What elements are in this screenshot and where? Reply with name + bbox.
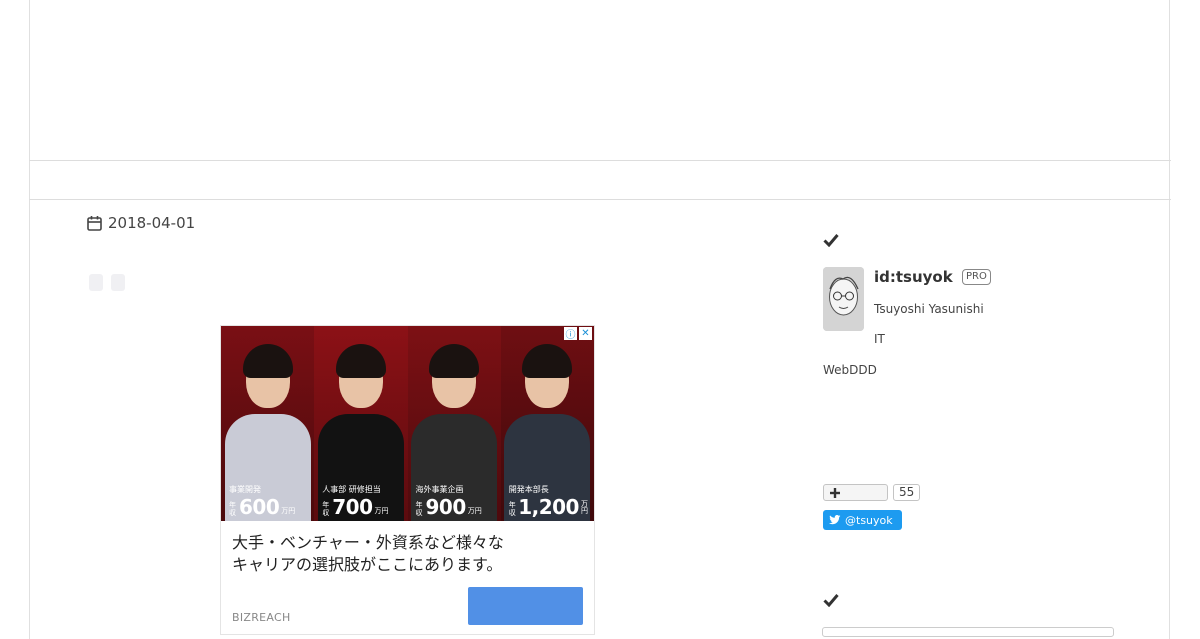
twitter-bird-icon xyxy=(829,515,841,525)
twitter-handle: @tsuyok xyxy=(845,513,893,527)
ad-salary: 600 xyxy=(239,495,280,519)
avatar[interactable] xyxy=(823,267,864,331)
ad-panel: 人事部 研修担当 年収 700 万円 xyxy=(314,326,408,521)
ad-panel-caption: 開発本部長 年収 1,200 万円 xyxy=(508,485,594,519)
person-hair xyxy=(335,344,386,378)
ad-salary: 700 xyxy=(332,495,373,519)
ad-salary-unit: 万円 xyxy=(467,507,482,515)
sidebar-search-input[interactable] xyxy=(822,627,1114,637)
person-hair xyxy=(522,344,573,378)
profile-id[interactable]: id:tsuyok xyxy=(874,268,953,286)
ad-role: 事業開発 xyxy=(229,485,261,494)
page-frame xyxy=(29,0,1170,639)
entry-date-text: 2018-04-01 xyxy=(108,214,196,232)
ad-panel-caption: 事業開発 年収 600 万円 xyxy=(229,485,296,519)
ad-salary-unit: 万円 xyxy=(281,507,296,515)
ad-image[interactable]: 事業開発 年収 600 万円 人事部 研修担当 年収 700 万円 海外事業企画… xyxy=(221,326,594,521)
twitter-follow-button[interactable]: @tsuyok xyxy=(823,510,902,530)
ad-role: 海外事業企画 xyxy=(415,485,464,494)
calendar-icon xyxy=(87,216,102,231)
ad-salary-prefix: 年収 xyxy=(508,501,516,517)
ad-salary-prefix: 年収 xyxy=(322,501,330,517)
plus-icon xyxy=(830,488,840,498)
ad-salary-prefix: 年収 xyxy=(229,501,236,517)
ad-cta-button[interactable] xyxy=(468,587,583,625)
person-hair xyxy=(242,344,293,378)
profile-description: IT xyxy=(874,332,885,346)
ad-headline[interactable]: 大手・ベンチャー・外資系など様々な キャリアの選択肢がここにあります。 xyxy=(232,532,504,576)
header-divider xyxy=(29,160,1171,161)
check-icon xyxy=(823,234,839,247)
profile-name: Tsuyoshi Yasunishi xyxy=(874,302,984,316)
pro-badge: PRO xyxy=(962,269,991,285)
ad-info-icon[interactable]: ⓘ xyxy=(564,327,577,341)
ad-panel: 海外事業企画 年収 900 万円 xyxy=(407,326,501,521)
ad-panel: 事業開発 年収 600 万円 xyxy=(221,326,315,521)
ad-close-icon[interactable]: ✕ xyxy=(579,327,592,340)
ad-panel-caption: 海外事業企画 年収 900 万円 xyxy=(415,485,482,519)
ad-role: 人事部 研修担当 xyxy=(322,485,381,494)
ad-salary: 900 xyxy=(425,495,467,519)
ad-salary: 1,200 xyxy=(518,495,579,519)
ad-choices: ⓘ ✕ xyxy=(564,327,592,341)
ad-salary-unit: 万円 xyxy=(580,500,588,515)
profile-description: WebDDD xyxy=(823,363,877,377)
share-button[interactable] xyxy=(89,274,103,291)
ad-panel: 開発本部長 年収 1,200 万円 xyxy=(500,326,594,521)
ad-role: 開発本部長 xyxy=(508,485,549,494)
check-icon xyxy=(823,594,839,607)
ad-brand[interactable]: BIZREACH xyxy=(232,611,291,624)
follower-count[interactable]: 55 xyxy=(893,484,921,501)
nav-divider xyxy=(29,199,1171,200)
ad-panel-caption: 人事部 研修担当 年収 700 万円 xyxy=(322,485,389,519)
person-hair xyxy=(429,344,480,378)
entry-date: 2018-04-01 xyxy=(87,214,195,232)
share-button[interactable] xyxy=(111,274,125,291)
ad-salary-prefix: 年収 xyxy=(415,501,423,517)
ad-salary-unit: 万円 xyxy=(374,507,389,515)
avatar-face-icon xyxy=(823,267,864,331)
follow-button[interactable] xyxy=(823,484,888,501)
advertisement[interactable]: 事業開発 年収 600 万円 人事部 研修担当 年収 700 万円 海外事業企画… xyxy=(220,325,595,635)
